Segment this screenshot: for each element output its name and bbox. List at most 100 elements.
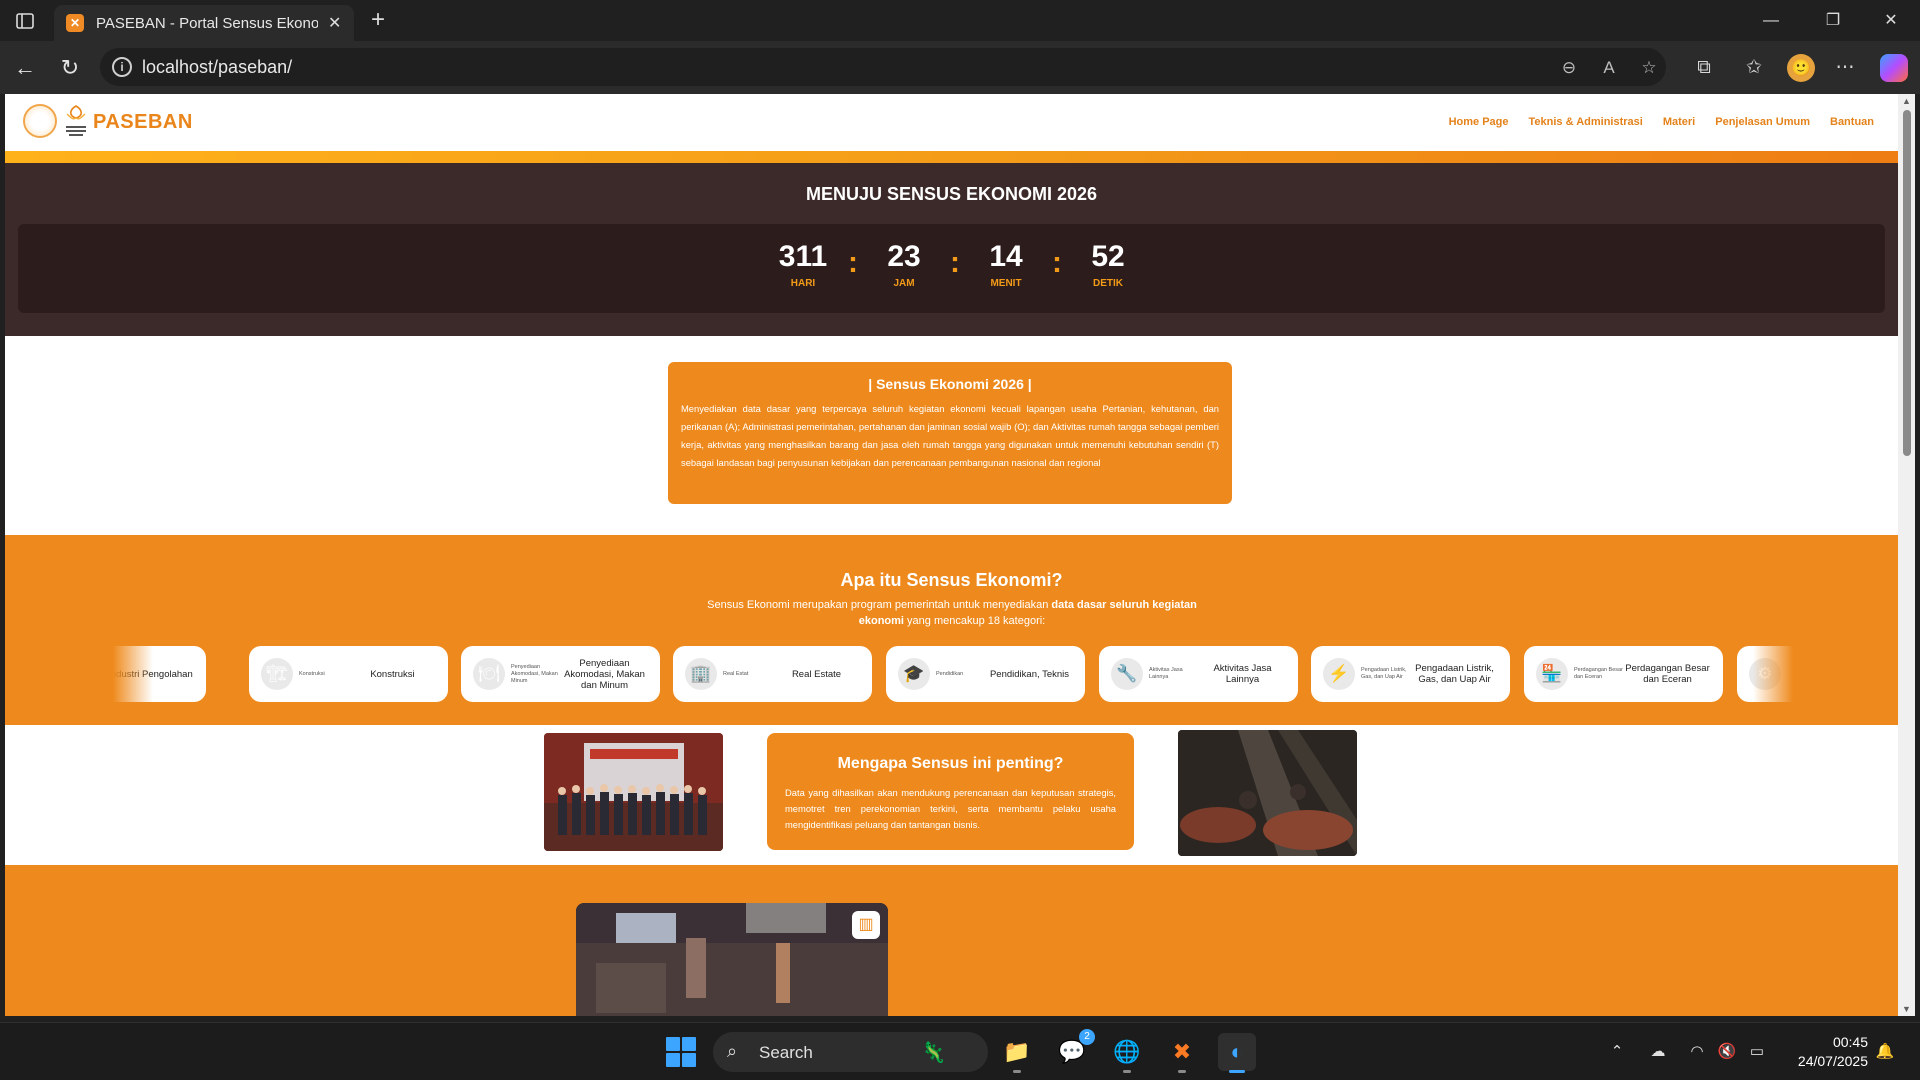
why-text: Data yang dihasilkan akan mendukung pere… [785, 787, 1116, 830]
zoom-icon[interactable]: ⊖ [1557, 56, 1581, 80]
why-important-card: Mengapa Sensus ini penting? Data yang di… [767, 733, 1134, 850]
onedrive-icon[interactable]: ☁ [1647, 1041, 1669, 1063]
tab-close-icon[interactable]: ✕ [328, 13, 341, 33]
what-is-section: Apa itu Sensus Ekonomi? Sensus Ekonomi m… [5, 535, 1898, 725]
countdown-minutes-label: MENIT [990, 278, 1022, 289]
notification-bell-icon[interactable]: 🔔 [1874, 1041, 1896, 1063]
lightning-icon: ⚡ [1323, 658, 1355, 690]
construction-icon: 🏗 [261, 658, 293, 690]
category-card-akomodasi[interactable]: 🍽 Penyediaan Akomodasi, Makan Minum Peny… [461, 646, 660, 702]
what-is-description: Sensus Ekonomi merupakan program pemerin… [695, 597, 1209, 629]
back-button[interactable]: ← [10, 53, 40, 83]
battery-icon[interactable]: ▭ [1746, 1041, 1768, 1063]
new-tab-button[interactable]: + [364, 7, 392, 35]
carousel-fade-left [113, 646, 153, 702]
category-small-label: Real Estat [723, 670, 749, 677]
wifi-icon[interactable]: ◠ [1686, 1041, 1708, 1063]
category-small-label: Pengadaan Listrik, Gas, dan Uap Air [1361, 667, 1407, 680]
nav-home-page[interactable]: Home Page [1449, 116, 1509, 128]
minimize-button[interactable]: — [1748, 4, 1794, 38]
about-title: | Sensus Ekonomi 2026 | [868, 376, 1032, 392]
copilot-icon[interactable] [1880, 54, 1908, 82]
favorites-icon[interactable]: ✩ [1739, 53, 1769, 83]
category-small-label: Pendidikan [936, 670, 964, 677]
category-name: Pendidikan, Teknis [989, 668, 1070, 680]
url-text[interactable]: localhost/paseban/ [142, 57, 292, 78]
start-button[interactable] [666, 1037, 696, 1067]
bps-logo-icon[interactable] [23, 104, 57, 138]
countdown-separator: : [950, 246, 960, 279]
nav-materi[interactable]: Materi [1663, 116, 1695, 128]
profile-avatar[interactable]: 🙂 [1787, 54, 1815, 82]
scroll-down-icon[interactable]: ▼ [1901, 1004, 1912, 1014]
whatsapp-icon[interactable]: 💬 2 [1053, 1029, 1095, 1071]
site-info-icon[interactable]: i [112, 57, 132, 77]
nav-penjelasan-umum[interactable]: Penjelasan Umum [1715, 116, 1810, 128]
file-explorer-icon[interactable]: 📁 [998, 1033, 1036, 1073]
nav-bantuan[interactable]: Bantuan [1830, 116, 1874, 128]
carousel-fade-right [1753, 646, 1793, 702]
category-name: Penyediaan Akomodasi, Makan dan Minum [564, 657, 645, 691]
countdown-days-label: HARI [790, 278, 816, 289]
edge-icon[interactable]: ◐ [1218, 1033, 1256, 1073]
chrome-icon[interactable]: 🌐 [1108, 1033, 1146, 1073]
clock-date: 24/07/2025 [1797, 1053, 1868, 1069]
restore-button[interactable]: ❐ [1810, 4, 1856, 38]
category-card-real-estate[interactable]: 🏢 Real Estat Real Estate [673, 646, 872, 702]
building-icon: 🏢 [685, 658, 717, 690]
category-name: Pengadaan Listrik, Gas, dan Uap Air [1415, 663, 1494, 685]
scrollbar-thumb[interactable] [1903, 110, 1911, 456]
site-header: PASEBAN Home Page Teknis & Administrasi … [5, 94, 1898, 151]
browser-tab-active[interactable]: ✕ PASEBAN - Portal Sensus Ekonomi ✕ [54, 5, 354, 41]
address-bar[interactable]: i localhost/paseban/ ⊖ A ☆ [100, 48, 1666, 86]
extensions-icon[interactable]: ⧉ [1689, 53, 1719, 83]
what-is-title: Apa itu Sensus Ekonomi? [840, 570, 1063, 590]
what-is-desc-suffix: yang mencakup 18 kategori: [903, 615, 1046, 627]
refresh-button[interactable]: ↻ [55, 53, 85, 83]
category-card-perdagangan[interactable]: 🏪 Perdagangan Besar dan Eceran Perdagang… [1524, 646, 1723, 702]
category-name: Aktivitas Jasa Lainnya [1213, 663, 1272, 685]
category-card-jasa-lainnya[interactable]: 🔧 Aktivitas Jasa Lainnya Aktivitas Jasa … [1099, 646, 1298, 702]
category-small-label: Konstruksi [299, 670, 325, 677]
category-carousel[interactable]: 🏭 Industri Pengolahan 🏗 Konstruksi Konst… [113, 646, 1793, 702]
countdown-timer: 311 HARI : 23 JAM : 14 MENIT : 52 DETIK [18, 224, 1885, 313]
category-small-label: Perdagangan Besar dan Eceran [1574, 667, 1623, 680]
page-viewport: PASEBAN Home Page Teknis & Administrasi … [5, 94, 1898, 1016]
xampp-icon[interactable]: ✖ [1163, 1033, 1201, 1073]
category-name: Konstruksi [370, 668, 415, 680]
category-card-pendidikan[interactable]: 🎓 Pendidikan Pendidikan, Teknis [886, 646, 1085, 702]
bottom-section: ▥ [5, 865, 1898, 1016]
countdown-minutes: 14 MENIT [966, 240, 1046, 289]
sensus-ekonomi-logo-icon [66, 105, 86, 136]
category-card-listrik[interactable]: ⚡ Pengadaan Listrik, Gas, dan Uap Air Pe… [1311, 646, 1510, 702]
whatsapp-badge: 2 [1079, 1029, 1095, 1045]
read-aloud-icon[interactable]: A [1597, 56, 1621, 80]
scroll-up-icon[interactable]: ▲ [1901, 96, 1912, 106]
shop-icon: 🏪 [1536, 658, 1568, 690]
volume-muted-icon[interactable]: 🔇 [1716, 1041, 1738, 1063]
category-card-konstruksi[interactable]: 🏗 Konstruksi Konstruksi [249, 646, 448, 702]
favorite-star-icon[interactable]: ☆ [1637, 56, 1661, 80]
countdown-days: 311 HARI [763, 240, 843, 289]
tab-actions-icon[interactable] [12, 8, 38, 34]
more-menu-icon[interactable]: ⋯ [1830, 53, 1860, 83]
browser-toolbar: ← ↻ i localhost/paseban/ ⊖ A ☆ ⧉ ✩ 🙂 ⋯ [0, 41, 1920, 94]
tray-chevron-icon[interactable]: ⌃ [1606, 1041, 1628, 1063]
taskbar-clock[interactable]: 00:45 24/07/2025 [1786, 1033, 1868, 1071]
nav-teknis-administrasi[interactable]: Teknis & Administrasi [1529, 116, 1643, 128]
what-is-desc-prefix: Sensus Ekonomi merupakan program pemerin… [707, 599, 1052, 611]
food-icon: 🍽 [473, 658, 505, 690]
taskbar-search[interactable]: ⌕ Search 🦎 [713, 1032, 988, 1072]
countdown-seconds-value: 52 [1091, 240, 1125, 273]
close-window-button[interactable]: ✕ [1868, 4, 1914, 38]
about-sensus-card: | Sensus Ekonomi 2026 | Menyediakan data… [668, 362, 1232, 504]
page-scrollbar[interactable]: ▲ ▼ [1898, 94, 1915, 1016]
header-accent-strip [5, 151, 1898, 163]
main-nav: Home Page Teknis & Administrasi Materi P… [1449, 116, 1874, 128]
countdown-minutes-value: 14 [989, 240, 1023, 273]
search-label: Search [759, 1043, 813, 1062]
brand-title[interactable]: PASEBAN [93, 111, 193, 134]
search-highlight-icon: 🦎 [921, 1042, 946, 1064]
search-icon: ⌕ [727, 1041, 738, 1061]
category-name: Perdagangan Besar dan Eceran [1625, 663, 1710, 685]
